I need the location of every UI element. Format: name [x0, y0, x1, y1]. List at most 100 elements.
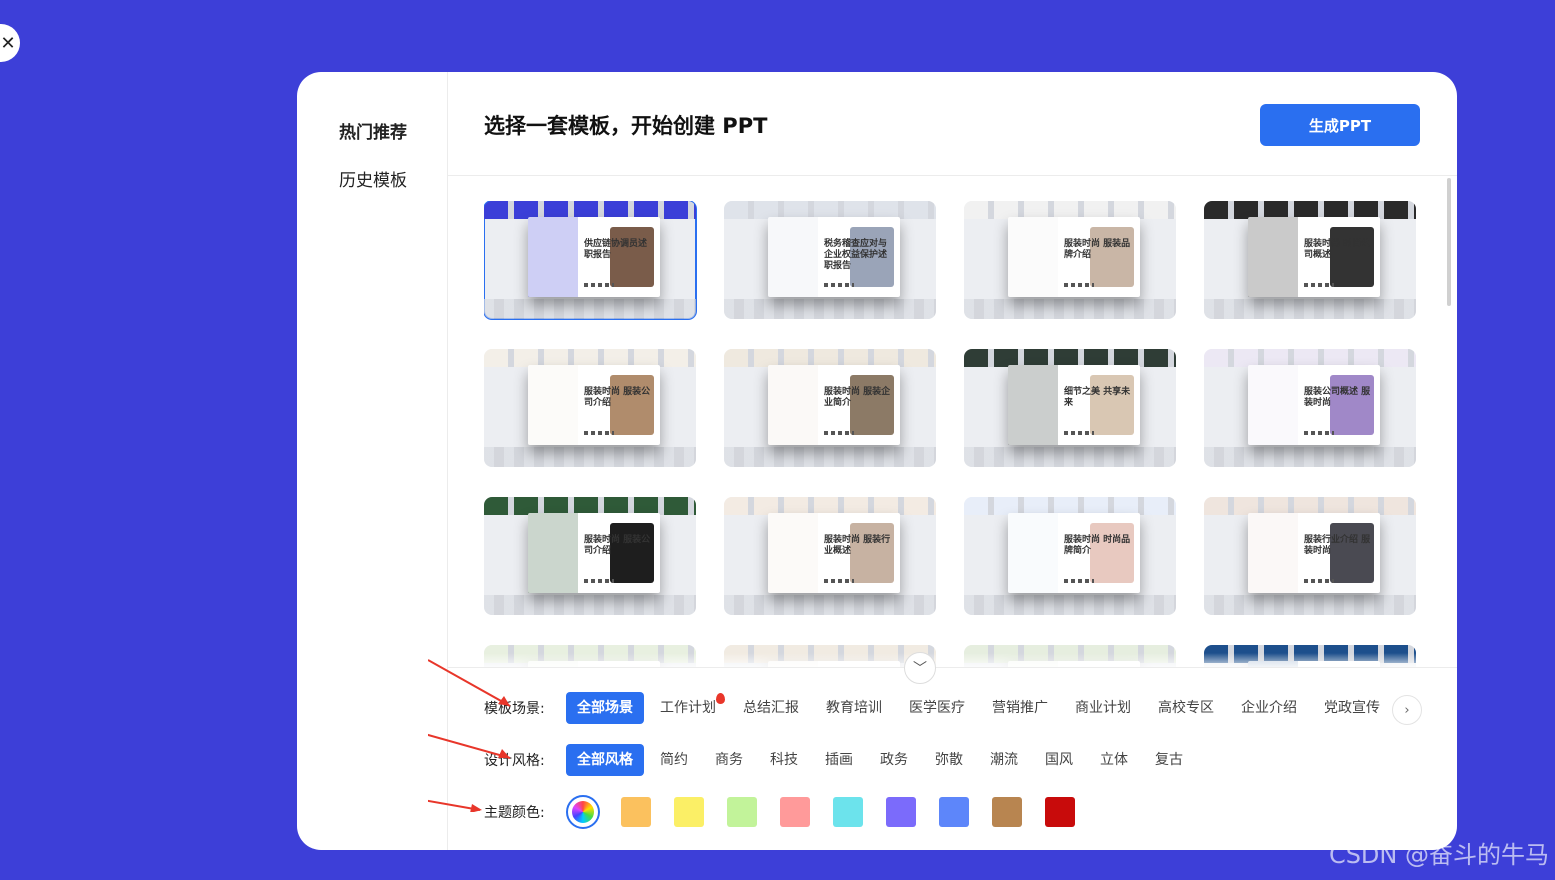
template-card[interactable]: 税务稽查应对与企业权益保护述职报告 [724, 201, 936, 319]
style-chip[interactable]: 潮流 [979, 744, 1029, 776]
template-accent [1248, 217, 1298, 297]
template-preview: 服装公司概述 服装时尚 [1248, 365, 1380, 445]
template-title: 服装时尚 服装公司介绍 [584, 535, 651, 556]
annotation-arrow [428, 733, 511, 759]
scrollbar[interactable] [1447, 178, 1451, 306]
template-dots [584, 283, 614, 287]
template-preview: 服装时尚 时尚品牌简介 [1008, 513, 1140, 593]
scene-chip[interactable]: 工作计划 [649, 692, 727, 724]
annotation-arrowhead [498, 749, 510, 758]
template-title: 服装时尚 服装企业简介 [824, 387, 891, 408]
template-dots [1304, 283, 1334, 287]
color-swatch[interactable] [727, 797, 757, 827]
template-dots [824, 283, 854, 287]
template-accent [768, 365, 818, 445]
style-chip[interactable]: 弥散 [924, 744, 974, 776]
template-title: 服装行业介绍 服装时尚 [1304, 535, 1371, 556]
template-preview: 服装时尚 服装行业概述 [768, 513, 900, 593]
scene-chip[interactable]: 总结汇报 [732, 692, 810, 724]
style-chip[interactable]: 科技 [759, 744, 809, 776]
color-wheel-icon [572, 801, 594, 823]
template-card[interactable]: 服装行业介绍 服装时尚 [1204, 497, 1416, 615]
scene-next-button[interactable]: › [1392, 695, 1422, 725]
template-thumbnail-strip [484, 595, 696, 615]
template-title: 服装时尚 时尚公司概述 [1304, 239, 1371, 260]
hot-flame-icon [716, 693, 725, 704]
sidebar-item-history[interactable]: 历史模板 [339, 166, 407, 191]
template-dots [584, 579, 614, 583]
template-accent [1248, 513, 1298, 593]
close-button[interactable]: ✕ [0, 24, 20, 62]
scene-chip[interactable]: 高校专区 [1147, 692, 1225, 724]
template-thumbnail-strip [1204, 447, 1416, 467]
color-swatch[interactable] [780, 797, 810, 827]
style-chip[interactable]: 商务 [704, 744, 754, 776]
style-filter-row: 设计风格: 全部风格 简约 商务 科技 插画 政务 弥散 潮流 国风 立体 复古 [484, 744, 1199, 776]
style-chip[interactable]: 国风 [1034, 744, 1084, 776]
template-thumbnail-strip [964, 447, 1176, 467]
template-preview: 服装时尚 时尚公司概述 [1248, 217, 1380, 297]
generate-ppt-button[interactable]: 生成PPT [1260, 104, 1420, 146]
template-thumbnail-strip [724, 299, 936, 319]
template-card[interactable]: 服装时尚 服装公司介绍 [484, 349, 696, 467]
page-title: 选择一套模板，开始创建 PPT [484, 114, 768, 138]
style-chip[interactable]: 复古 [1144, 744, 1194, 776]
template-card[interactable]: 服装时尚 服装行业概述 [724, 497, 936, 615]
scene-chip[interactable]: 医学医疗 [898, 692, 976, 724]
color-filter-row: 主题颜色: [484, 795, 1098, 829]
template-card[interactable]: 服装时尚 服装企业简介 [724, 349, 936, 467]
style-chip[interactable]: 插画 [814, 744, 864, 776]
template-title: 服装时尚 服装公司介绍 [584, 387, 651, 408]
scene-chip[interactable]: 全部场景 [566, 692, 644, 724]
annotation-arrowhead [470, 804, 482, 812]
template-card[interactable]: 供应链协调员述职报告 [484, 201, 697, 320]
chevron-down-icon: ﹀ [913, 661, 927, 677]
template-thumbnail-strip [484, 299, 696, 319]
template-thumbnail-strip [724, 447, 936, 467]
template-thumbnail-strip [964, 299, 1176, 319]
template-preview: 税务稽查应对与企业权益保护述职报告 [768, 217, 900, 297]
template-title: 税务稽查应对与企业权益保护述职报告 [824, 239, 888, 271]
style-chip[interactable]: 政务 [869, 744, 919, 776]
template-dots [1304, 579, 1334, 583]
chevron-right-icon: › [1404, 702, 1410, 718]
scene-chip[interactable]: 企业介绍 [1230, 692, 1308, 724]
grid-fade [448, 653, 1457, 671]
scene-chip[interactable]: 党政宣传 [1313, 692, 1391, 724]
scene-chip[interactable]: 教育培训 [815, 692, 893, 724]
color-swatch[interactable] [674, 797, 704, 827]
template-dots [1064, 579, 1094, 583]
template-card[interactable]: 细节之美 共享未来 [964, 349, 1176, 467]
template-accent [1008, 513, 1058, 593]
close-icon: ✕ [0, 32, 16, 54]
template-preview: 服装行业介绍 服装时尚 [1248, 513, 1380, 593]
color-swatch[interactable] [886, 797, 916, 827]
color-swatch-all[interactable] [566, 795, 600, 829]
template-card[interactable]: 服装公司概述 服装时尚 [1204, 349, 1416, 467]
template-modal: 热门推荐 历史模板 选择一套模板，开始创建 PPT 生成PPT 供应链协调员述职… [297, 72, 1457, 850]
template-dots [584, 431, 614, 435]
template-card[interactable]: 服装时尚 服装公司介绍 [484, 497, 696, 615]
template-card[interactable]: 服装时尚 时尚品牌简介 [964, 497, 1176, 615]
divider [448, 667, 1457, 668]
scene-chip[interactable]: 商业计划 [1064, 692, 1142, 724]
color-swatch[interactable] [621, 797, 651, 827]
color-swatch[interactable] [939, 797, 969, 827]
template-grid: 供应链协调员述职报告 税务稽查应对与企业权益保护述职报告 服装时尚 服装品牌介绍 服装… [484, 201, 1420, 667]
template-accent [528, 513, 578, 593]
sidebar: 热门推荐 历史模板 [297, 72, 448, 850]
template-dots [1064, 283, 1094, 287]
template-card[interactable]: 服装时尚 服装品牌介绍 [964, 201, 1176, 319]
color-swatch[interactable] [992, 797, 1022, 827]
template-card[interactable]: 服装时尚 时尚公司概述 [1204, 201, 1416, 319]
template-preview: 服装时尚 服装品牌介绍 [1008, 217, 1140, 297]
scene-chip[interactable]: 营销推广 [981, 692, 1059, 724]
color-swatch[interactable] [1045, 797, 1075, 827]
style-chip[interactable]: 立体 [1089, 744, 1139, 776]
color-swatch[interactable] [833, 797, 863, 827]
style-chip[interactable]: 简约 [649, 744, 699, 776]
expand-button[interactable]: ﹀ [904, 652, 936, 684]
template-accent [1008, 217, 1058, 297]
sidebar-item-hot[interactable]: 热门推荐 [339, 118, 407, 143]
style-chip[interactable]: 全部风格 [566, 744, 644, 776]
